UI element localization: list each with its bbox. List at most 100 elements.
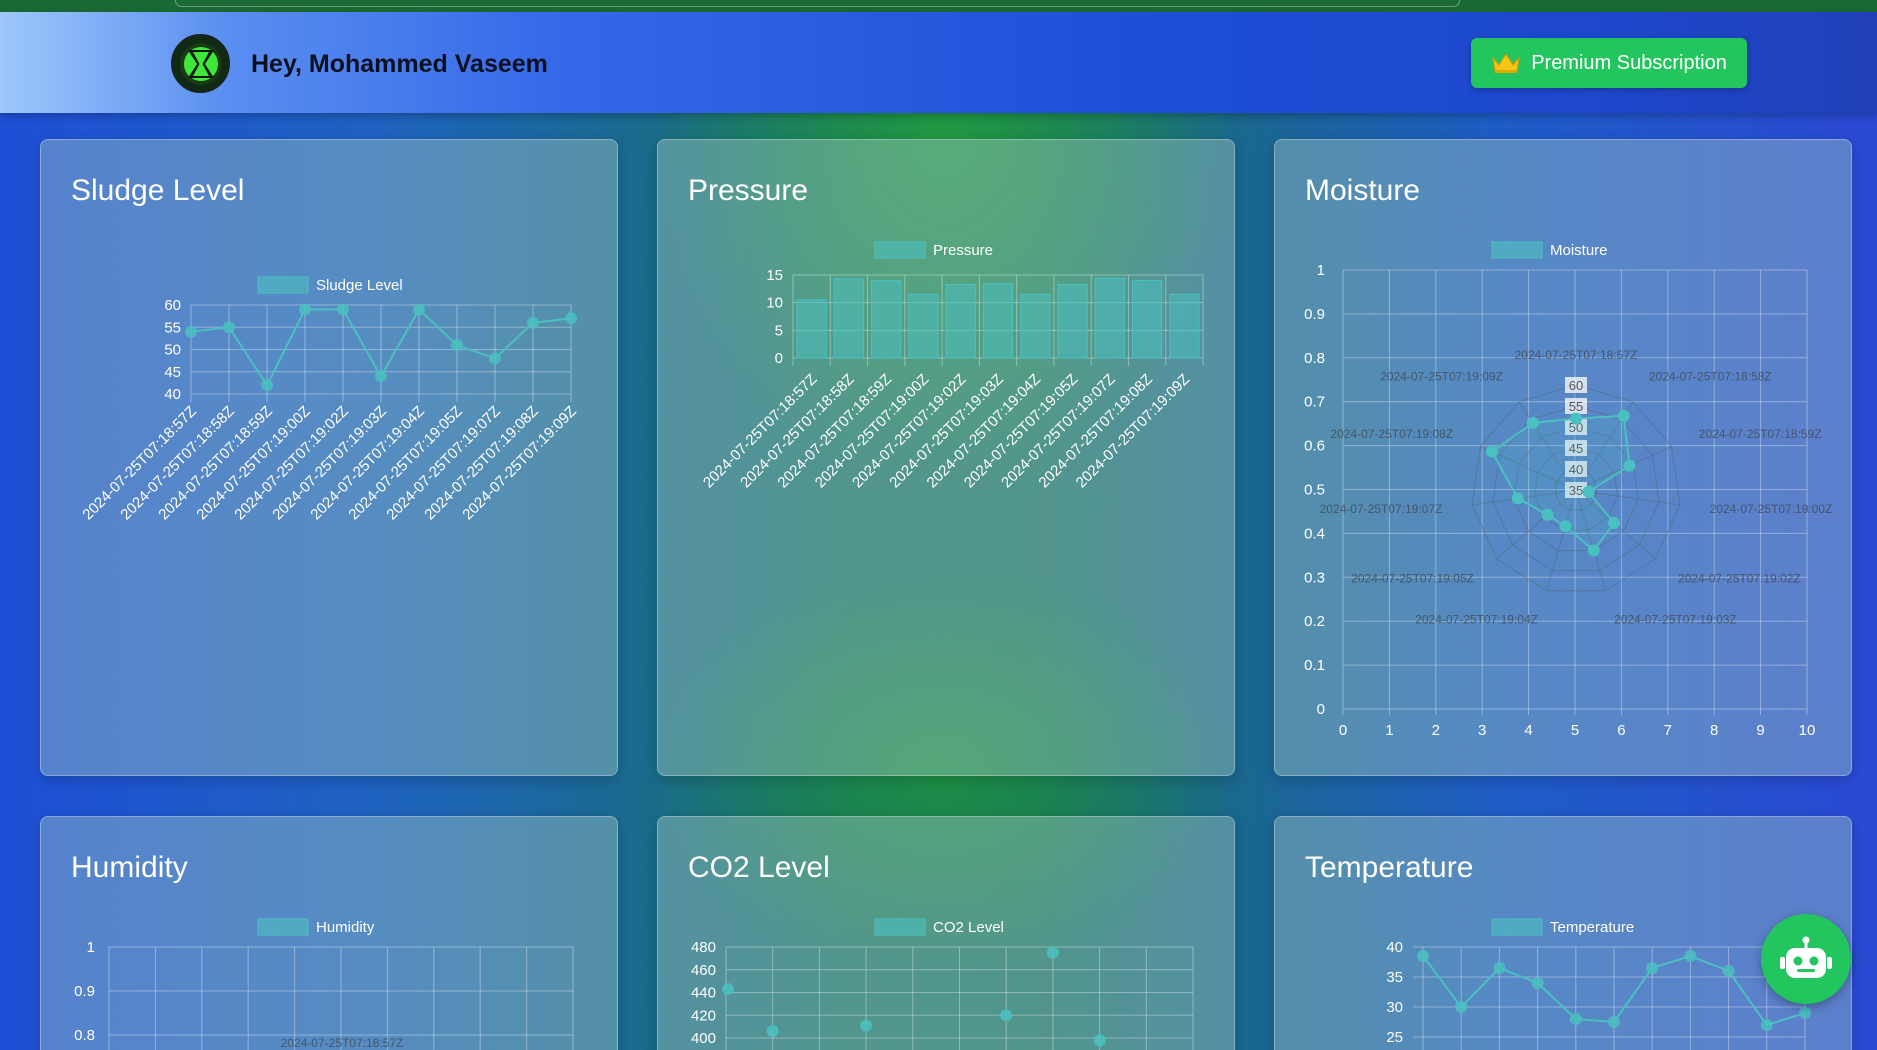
y-tick-label: 0.8	[1304, 350, 1325, 367]
x-tick-label: 6	[1617, 722, 1625, 739]
humidity-card: Humidity Humidity 1 0.9 0.8 2024-07-25T07:18…	[40, 816, 618, 1050]
crown-icon	[1492, 53, 1520, 73]
premium-subscription-button[interactable]: Premium Subscription	[1471, 38, 1747, 88]
y-tick-label: 0.9	[74, 983, 95, 1000]
moisture-card: Moisture Moisture 0 0.1 0.2 0.3 0.4 0.5 0.6 0.7 0…	[1274, 139, 1852, 776]
radar-point-label: 2024-07-25T07:18:57Z	[281, 1036, 404, 1050]
y-tick-label: 0	[1317, 701, 1325, 718]
bar	[871, 280, 902, 359]
y-tick-label: 0.3	[1304, 569, 1325, 586]
data-point	[451, 339, 463, 352]
data-point	[1093, 1034, 1106, 1047]
radar-point-label: 2024-07-25T07:19:00Z	[1710, 502, 1833, 516]
data-point	[1608, 1016, 1620, 1028]
browser-top-strip	[0, 0, 1877, 12]
bar	[945, 283, 976, 359]
greeting-text: Hey, Mohammed Vaseem	[251, 50, 548, 78]
bar	[908, 293, 939, 359]
humidity-chart: Humidity 1 0.9 0.8 2024-07-25T07:18:57Z	[74, 918, 574, 1050]
temperature-chart: Temperature 25 30 35 40	[1386, 918, 1811, 1050]
premium-label: Premium Subscription	[1531, 51, 1727, 74]
y-tick-label: 0.5	[1304, 482, 1325, 499]
avatar-graphic	[179, 42, 222, 85]
y-tick-label: 55	[164, 319, 181, 336]
y-tick-label: 0.9	[1304, 306, 1325, 323]
data-point	[413, 303, 425, 316]
radar-point-label: 2024-07-25T07:19:09Z	[1380, 369, 1503, 383]
robot-icon	[1780, 936, 1832, 978]
bar	[982, 283, 1014, 359]
data-point	[1684, 950, 1697, 962]
data-point	[1511, 492, 1524, 505]
radar-point-label: 2024-07-25T07:19:05Z	[1351, 571, 1474, 585]
chatbot-button[interactable]	[1761, 914, 1851, 1004]
data-point	[1722, 965, 1735, 977]
data-point	[1569, 1013, 1582, 1025]
y-tick-label: 0.4	[1304, 525, 1325, 542]
y-tick-label: 0.2	[1304, 613, 1325, 630]
y-tick-label: 0	[775, 350, 783, 367]
temperature-card: Temperature Temperature 25 30 35 40	[1274, 816, 1852, 1050]
data-point	[1526, 416, 1539, 429]
x-tick-label: 3	[1478, 722, 1486, 739]
data-point	[722, 983, 734, 996]
y-tick-label: 15	[766, 267, 783, 284]
pressure-card: Pressure Pressure 0 5 10 15 2024-07-25T07:18:…	[657, 139, 1235, 776]
data-point	[223, 321, 235, 334]
radar-point-label: 2024-07-25T07:18:59Z	[1699, 427, 1822, 441]
radar-point-label: 2024-07-25T07:18:58Z	[1649, 369, 1772, 383]
radial-tick-label: 55	[1569, 399, 1583, 414]
data-point	[1646, 962, 1659, 974]
x-tick-label: 0	[1339, 722, 1347, 739]
top-search-bar-edge[interactable]	[175, 0, 1460, 7]
data-point	[1799, 1007, 1811, 1019]
y-tick-label: 40	[164, 386, 181, 403]
radar-point-label: 2024-07-25T07:19:08Z	[1330, 427, 1453, 441]
y-tick-label: 5	[775, 322, 783, 339]
legend-swatch	[257, 918, 309, 936]
y-tick-label: 25	[1386, 1029, 1403, 1046]
legend-swatch	[257, 276, 309, 294]
bar	[1057, 283, 1088, 359]
x-tick-label: 8	[1710, 722, 1718, 739]
y-tick-label: 50	[164, 342, 181, 359]
radar-point-label: 2024-07-25T07:19:03Z	[1614, 613, 1737, 627]
sludge-level-chart: Sludge Level40455055602024-07-25T07:18:5…	[79, 276, 580, 523]
radar-point-label: 2024-07-25T07:19:04Z	[1415, 613, 1538, 627]
legend-swatch	[1491, 918, 1543, 936]
bar	[833, 278, 865, 359]
y-tick-label: 440	[691, 985, 716, 1002]
app-header: Hey, Mohammed Vaseem Premium Subscriptio…	[0, 12, 1877, 113]
x-tick-label: 5	[1571, 722, 1579, 739]
legend-label: Temperature	[1550, 919, 1634, 936]
y-tick-label: 35	[1386, 969, 1403, 986]
co2-level-card: CO2 Level CO2 Level 400 420 440 460 480	[657, 816, 1235, 1050]
y-tick-label: 480	[691, 939, 716, 956]
y-tick-label: 420	[691, 1007, 716, 1024]
y-tick-label: 0.6	[1304, 438, 1325, 455]
x-tick-label: 10	[1799, 722, 1816, 739]
y-tick-label: 60	[164, 297, 181, 314]
x-tick-label: 7	[1664, 722, 1672, 739]
legend-label: Moisture	[1550, 242, 1608, 259]
data-point	[1541, 508, 1554, 521]
omnitrix-icon[interactable]	[171, 34, 230, 93]
data-point	[1760, 1019, 1773, 1031]
data-point	[860, 1019, 873, 1032]
data-point	[1608, 517, 1621, 530]
data-point	[1559, 520, 1572, 533]
legend-label: CO2 Level	[933, 919, 1004, 936]
data-point	[261, 379, 273, 392]
bar	[1131, 280, 1163, 359]
data-point	[1455, 1001, 1468, 1013]
data-point	[1046, 946, 1059, 959]
bar	[1094, 277, 1125, 359]
data-point	[1000, 1009, 1013, 1022]
y-tick-label: 40	[1386, 939, 1403, 956]
x-tick-label: 9	[1756, 722, 1764, 739]
y-tick-label: 0.8	[74, 1027, 95, 1044]
bar	[1020, 293, 1051, 359]
sludge-level-card: Sludge Level Sludge Level 40 45 50 55 60 2024-…	[40, 139, 618, 776]
co2-level-chart: CO2 Level 400 420 440 460 480	[691, 918, 1194, 1050]
y-tick-label: 30	[1386, 999, 1403, 1016]
